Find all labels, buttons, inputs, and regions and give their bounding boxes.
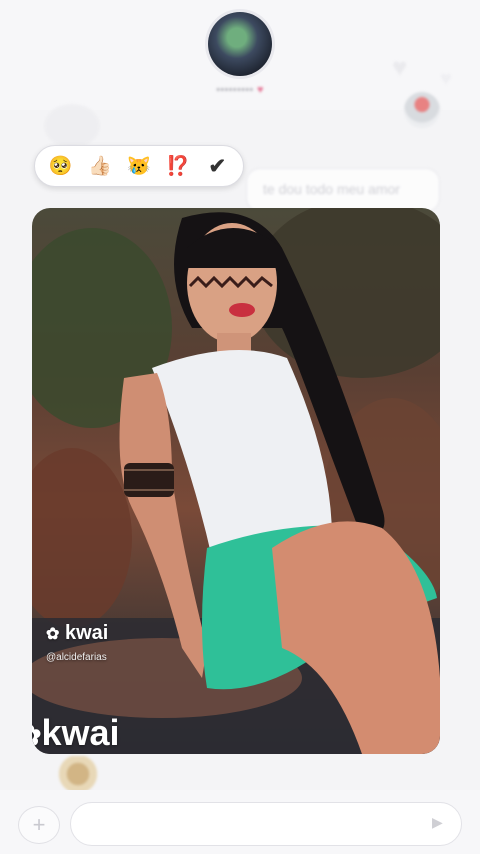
contact-name-text: ••••••••• <box>216 84 254 96</box>
message-input[interactable] <box>70 802 462 846</box>
pleading-face-reaction[interactable]: 🥺 <box>44 154 78 178</box>
contact-avatar[interactable] <box>208 12 272 76</box>
sticker-icon-bottom <box>52 756 104 792</box>
kwai-watermark: ✿ kwai <box>46 622 108 645</box>
chat-bubble-decoration <box>44 104 100 148</box>
kwai-watermark-large: ✿kwai <box>32 712 120 754</box>
sticker-icon <box>404 92 440 128</box>
heart-sticker-icon: ♥ <box>392 52 408 82</box>
heart-icon: ♥ <box>256 84 264 96</box>
kwai-watermark-text: kwai <box>64 622 109 644</box>
crying-cat-reaction[interactable]: 😿 <box>122 154 156 178</box>
thumbs-up-reaction[interactable]: 👍🏻 <box>83 154 117 178</box>
check-reaction[interactable]: ✔ <box>200 154 234 179</box>
kwai-large-text: kwai <box>41 712 120 753</box>
message-text: te dou todo meu amor <box>263 181 400 197</box>
contact-name[interactable]: ••••••••• ♥ <box>190 84 290 98</box>
kwai-logo-icon: ✿ <box>46 626 60 643</box>
small-heart-sticker-icon: ♥ <box>440 68 452 90</box>
message-bubble[interactable]: te dou todo meu amor <box>246 168 440 212</box>
photo-message[interactable]: ✿ kwai @alcidefarias ✿kwai <box>32 208 440 754</box>
exclamation-question-reaction[interactable]: ⁉️ <box>161 154 195 178</box>
reaction-bar: 🥺 👍🏻 😿 ⁉️ ✔ <box>34 145 244 187</box>
chat-header: ••••••••• ♥ ♥ ♥ <box>0 0 480 128</box>
plus-icon: + <box>32 812 46 837</box>
send-icon[interactable]: ▶ <box>432 814 448 832</box>
watermark-handle: @alcidefarias <box>46 652 107 663</box>
photo-illustration <box>32 208 440 754</box>
add-button[interactable]: + <box>18 806 60 844</box>
